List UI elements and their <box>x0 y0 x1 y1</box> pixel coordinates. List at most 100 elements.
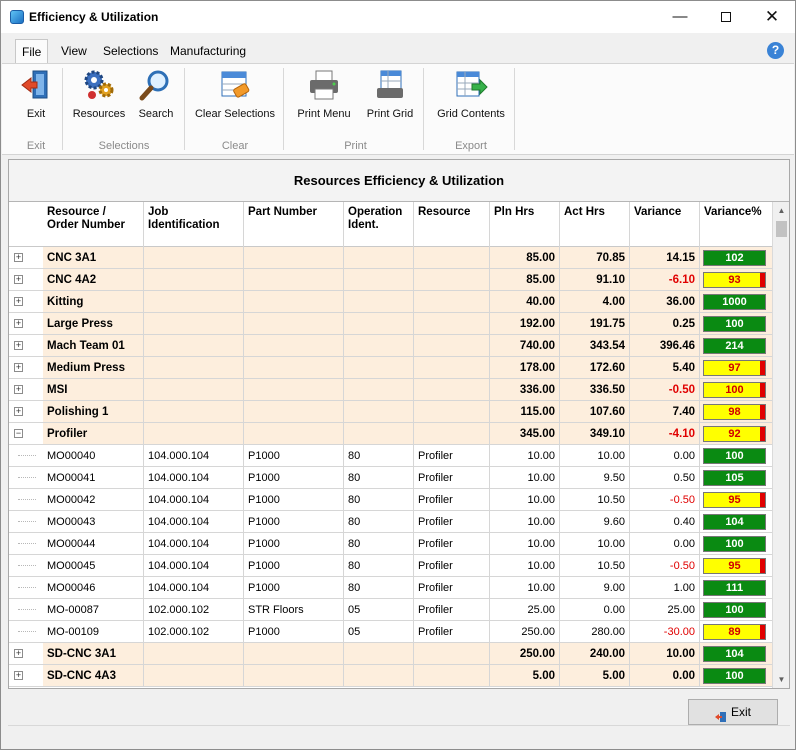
cell-resource-order: MO00044 <box>43 533 144 555</box>
table-row[interactable]: MO00041 104.000.104 P1000 80 Profiler 10.00 9.… <box>9 467 772 489</box>
grid-contents-button[interactable]: Grid Contents <box>432 68 510 120</box>
expand-icon[interactable]: + <box>14 341 23 350</box>
cell-resource <box>414 643 490 665</box>
table-row[interactable]: MO00046 104.000.104 P1000 80 Profiler 10.00 9.… <box>9 577 772 599</box>
row-tree-cell <box>9 599 43 621</box>
app-icon <box>10 10 24 24</box>
cell-resource-order: MO00046 <box>43 577 144 599</box>
table-row[interactable]: MO00044 104.000.104 P1000 80 Profiler 10.00 10… <box>9 533 772 555</box>
clear-selections-button[interactable]: Clear Selections <box>192 68 278 120</box>
expand-icon[interactable]: + <box>14 275 23 284</box>
cell-job-identification: 104.000.104 <box>144 445 244 467</box>
maximize-button[interactable] <box>703 1 749 33</box>
vertical-scrollbar[interactable]: ▲ ▼ <box>772 202 789 688</box>
exit-ribbon-button[interactable]: Exit <box>14 68 58 120</box>
row-tree-cell: + <box>9 291 43 313</box>
variance-pct-badge: 98 <box>703 404 766 420</box>
expand-icon[interactable]: + <box>14 385 23 394</box>
menu-file[interactable]: File <box>15 39 49 64</box>
variance-pct-badge: 95 <box>703 492 766 508</box>
table-row[interactable]: MO00045 104.000.104 P1000 80 Profiler 10.00 10… <box>9 555 772 577</box>
header-pln-hrs[interactable]: Pln Hrs <box>490 202 560 247</box>
cell-operation-ident <box>344 643 414 665</box>
group-row[interactable]: + CNC 4A2 85.00 91.10 -6.10 93 <box>9 269 772 291</box>
scroll-down-icon[interactable]: ▼ <box>773 671 790 688</box>
menu-bar: File View Selections Manufacturing ? <box>1 39 795 64</box>
group-row[interactable]: + SD-CNC 3A1 250.00 240.00 10.00 104 <box>9 643 772 665</box>
ribbon-separator <box>62 68 63 150</box>
exit-button[interactable]: Exit <box>688 699 778 725</box>
help-icon[interactable]: ? <box>767 42 784 59</box>
cell-resource-order: MO00040 <box>43 445 144 467</box>
expand-icon[interactable]: + <box>14 671 23 680</box>
table-row[interactable]: MO-00109 102.000.102 P1000 05 Profiler 250.00… <box>9 621 772 643</box>
expand-icon[interactable]: + <box>14 297 23 306</box>
group-row[interactable]: + MSI 336.00 336.50 -0.50 100 <box>9 379 772 401</box>
cell-variance-pct: 100 <box>700 665 772 687</box>
cell-pln-hrs: 250.00 <box>490 643 560 665</box>
cell-act-hrs: 70.85 <box>560 247 630 269</box>
cell-resource <box>414 401 490 423</box>
header-resource-order[interactable]: Resource / Order Number <box>43 202 144 247</box>
collapse-icon[interactable]: − <box>14 429 23 438</box>
cell-variance-pct: 98 <box>700 401 772 423</box>
scroll-thumb[interactable] <box>776 221 787 237</box>
group-label-exit: Exit <box>26 140 46 152</box>
group-row[interactable]: + Mach Team 01 740.00 343.54 396.46 214 <box>9 335 772 357</box>
group-row[interactable]: + Kitting 40.00 4.00 36.00 1000 <box>9 291 772 313</box>
menu-view[interactable]: View <box>61 44 87 58</box>
title-bar: Efficiency & Utilization — ✕ <box>1 1 795 33</box>
header-variance[interactable]: Variance <box>630 202 700 247</box>
expand-icon[interactable]: + <box>14 253 23 262</box>
header-variance-pct[interactable]: Variance% <box>700 202 772 247</box>
table-row[interactable]: MO00043 104.000.104 P1000 80 Profiler 10.00 9.… <box>9 511 772 533</box>
cell-pln-hrs: 336.00 <box>490 379 560 401</box>
variance-pct-badge: 93 <box>703 272 766 288</box>
cell-act-hrs: 107.60 <box>560 401 630 423</box>
group-row[interactable]: + Medium Press 178.00 172.60 5.40 97 <box>9 357 772 379</box>
header-act-hrs[interactable]: Act Hrs <box>560 202 630 247</box>
cell-part-number <box>244 643 344 665</box>
cell-operation-ident: 80 <box>344 489 414 511</box>
data-grid: Resource / Order Number Job Identificati… <box>9 202 772 688</box>
cell-part-number <box>244 313 344 335</box>
group-row[interactable]: + Polishing 1 115.00 107.60 7.40 98 <box>9 401 772 423</box>
resources-button[interactable]: Resources <box>70 68 128 120</box>
cell-variance-pct: 100 <box>700 599 772 621</box>
ribbon-separator <box>514 68 515 150</box>
expand-icon[interactable]: + <box>14 649 23 658</box>
header-operation-ident[interactable]: Operation Ident. <box>344 202 414 247</box>
search-button[interactable]: Search <box>134 68 178 120</box>
menu-manufacturing[interactable]: Manufacturing <box>170 44 246 58</box>
menu-selections[interactable]: Selections <box>103 44 158 58</box>
header-job-identification[interactable]: Job Identification <box>144 202 244 247</box>
cell-operation-ident <box>344 313 414 335</box>
header-expander <box>9 202 43 247</box>
table-row[interactable]: MO-00087 102.000.102 STR Floors 05 Profiler 2… <box>9 599 772 621</box>
scroll-up-icon[interactable]: ▲ <box>773 202 790 219</box>
print-grid-button[interactable]: Print Grid <box>361 68 419 120</box>
expand-icon[interactable]: + <box>14 319 23 328</box>
print-menu-button[interactable]: Print Menu <box>292 68 356 120</box>
tree-connector <box>18 521 36 522</box>
group-row[interactable]: + SD-CNC 4A3 5.00 5.00 0.00 100 <box>9 665 772 687</box>
cell-act-hrs: 9.50 <box>560 467 630 489</box>
group-row[interactable]: + CNC 3A1 85.00 70.85 14.15 102 <box>9 247 772 269</box>
close-button[interactable]: ✕ <box>749 1 795 33</box>
table-row[interactable]: MO00040 104.000.104 P1000 80 Profiler 10.00 10… <box>9 445 772 467</box>
minimize-button[interactable]: — <box>657 1 703 33</box>
cell-resource-order: MO00045 <box>43 555 144 577</box>
header-part-number[interactable]: Part Number <box>244 202 344 247</box>
row-tree-cell <box>9 555 43 577</box>
table-row[interactable]: MO00042 104.000.104 P1000 80 Profiler 10.00 10… <box>9 489 772 511</box>
group-row[interactable]: − Profiler 345.00 349.10 -4.10 92 <box>9 423 772 445</box>
variance-pct-badge: 100 <box>703 602 766 618</box>
group-row[interactable]: + Large Press 192.00 191.75 0.25 100 <box>9 313 772 335</box>
expand-icon[interactable]: + <box>14 363 23 372</box>
cell-operation-ident <box>344 357 414 379</box>
cell-act-hrs: 10.50 <box>560 489 630 511</box>
expand-icon[interactable]: + <box>14 407 23 416</box>
header-resource[interactable]: Resource <box>414 202 490 247</box>
cell-resource-order: Medium Press <box>43 357 144 379</box>
cell-pln-hrs: 40.00 <box>490 291 560 313</box>
